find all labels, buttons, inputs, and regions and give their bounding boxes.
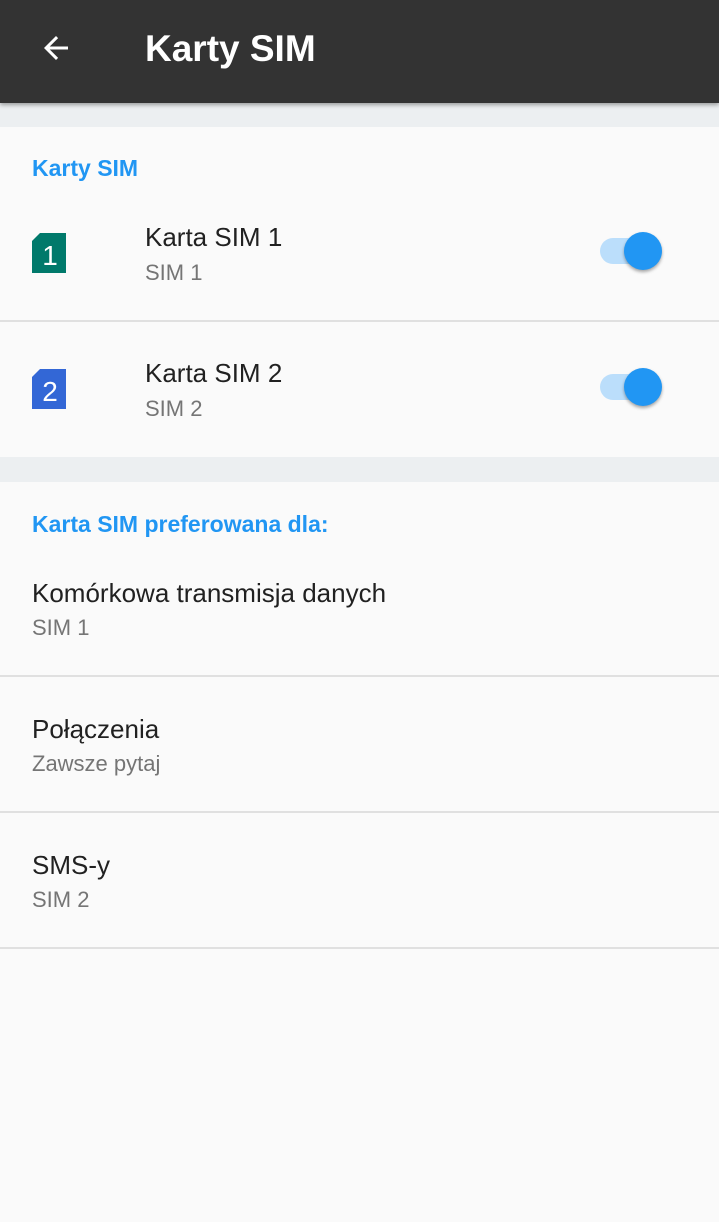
app-bar: Karty SIM <box>0 0 719 103</box>
sim-card-1-title: Karta SIM 1 <box>145 222 283 252</box>
preference-mobile-data[interactable]: Komórkowa transmisja danych SIM 1 <box>0 542 719 675</box>
sim-card-2-icon: 2 <box>32 369 66 409</box>
arrow-back-icon <box>44 36 68 60</box>
sim-card-1-number: 1 <box>42 240 58 271</box>
preference-calls-value: Zawsze pytaj <box>32 751 161 776</box>
sim-card-1-toggle[interactable] <box>598 229 666 273</box>
sim-card-1-subtitle: SIM 1 <box>145 260 203 285</box>
sim-card-2-number: 2 <box>42 376 58 407</box>
sim-card-row-2[interactable]: 2 Karta SIM 2 SIM 2 <box>0 322 719 457</box>
section-header-preferred-sim: Karta SIM preferowana dla: <box>32 511 329 537</box>
section-header-sim-cards: Karty SIM <box>32 155 139 181</box>
sim-card-2-toggle[interactable] <box>598 365 666 409</box>
sim-card-2-subtitle: SIM 2 <box>145 396 203 421</box>
switch-thumb <box>624 368 662 406</box>
switch-thumb <box>624 232 662 270</box>
preference-mobile-data-title: Komórkowa transmisja danych <box>32 578 387 608</box>
divider <box>0 947 719 949</box>
section-gap <box>0 457 719 482</box>
preference-sms-title: SMS-y <box>32 850 110 880</box>
preference-sms-value: SIM 2 <box>32 887 90 912</box>
section-gap <box>0 103 719 127</box>
sim-card-2-title: Karta SIM 2 <box>145 358 283 388</box>
page-title: Karty SIM <box>145 28 316 69</box>
preference-sms[interactable]: SMS-y SIM 2 <box>0 813 719 947</box>
sim-card-row-1[interactable]: 1 Karta SIM 1 SIM 1 <box>0 186 719 320</box>
back-button[interactable] <box>24 20 88 76</box>
sim-card-1-icon: 1 <box>32 233 66 273</box>
preference-mobile-data-value: SIM 1 <box>32 615 90 640</box>
preference-calls-title: Połączenia <box>32 714 160 744</box>
preference-calls[interactable]: Połączenia Zawsze pytaj <box>0 677 719 811</box>
